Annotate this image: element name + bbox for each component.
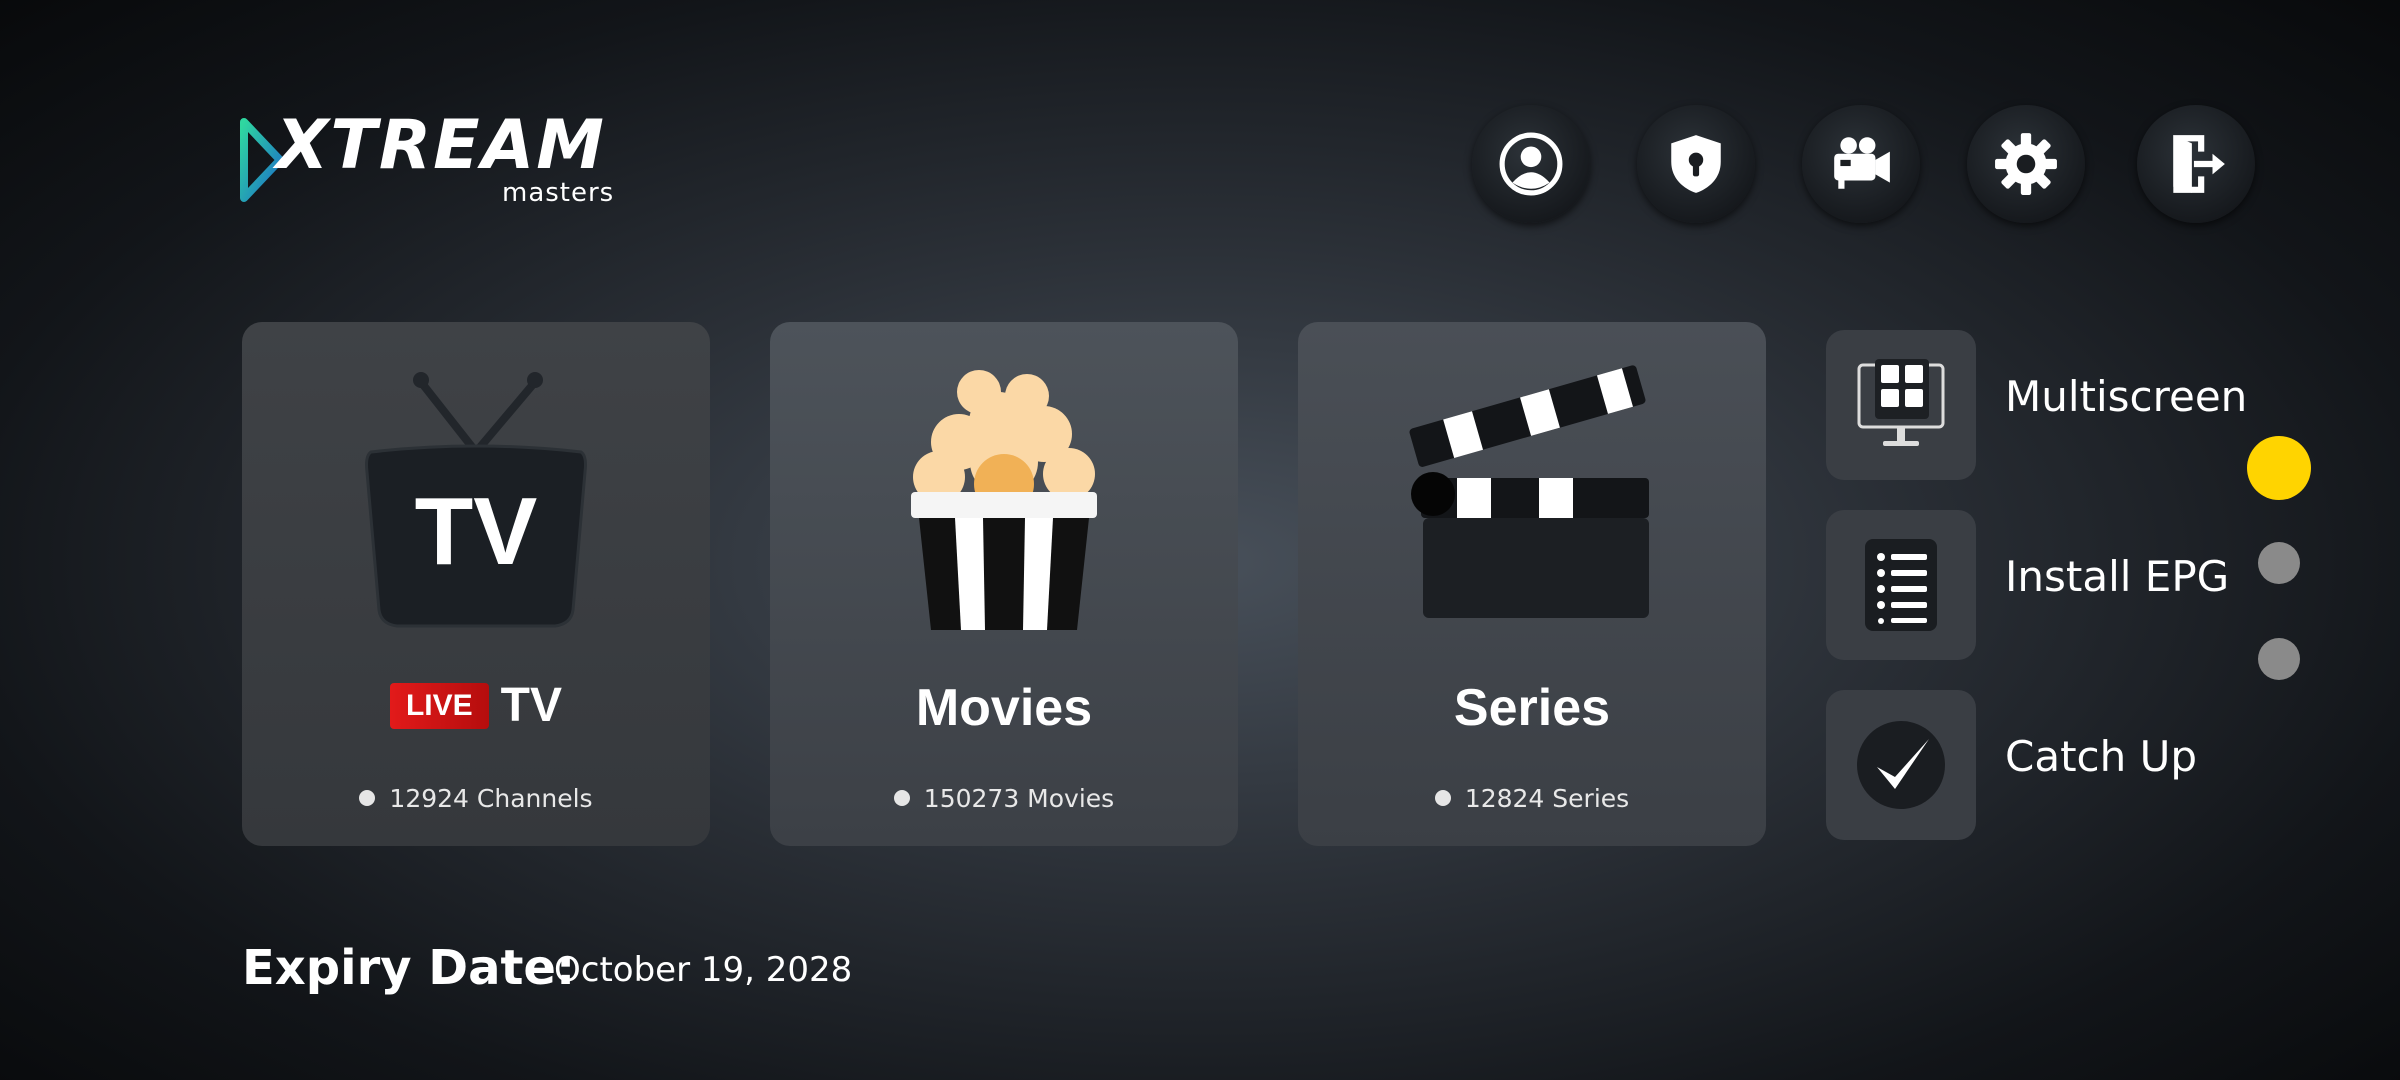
live-tv-label: TV	[500, 679, 563, 732]
page-dot[interactable]	[2258, 542, 2300, 584]
live-tv-title: LIVE TV	[242, 678, 710, 733]
movies-card[interactable]: Movies 150273 Movies	[770, 322, 1238, 846]
checkmark-icon	[1857, 721, 1945, 809]
expiry-label: Expiry Date:	[242, 940, 576, 996]
gear-icon	[1995, 133, 2057, 195]
movies-title: Movies	[915, 679, 1093, 737]
logout-icon	[2173, 135, 2225, 193]
expiry-date: October 19, 2028	[554, 950, 853, 990]
series-card[interactable]: Series 12824 Series	[1298, 322, 1766, 846]
parental-control-button[interactable]	[1637, 105, 1755, 223]
logo-title: XTREAM	[276, 106, 606, 185]
settings-button[interactable]	[1967, 105, 2085, 223]
series-title: Series	[1453, 679, 1611, 737]
install-epg-button[interactable]	[1826, 510, 1976, 660]
multiscreen-label[interactable]: Multiscreen	[2005, 372, 2247, 421]
profile-button[interactable]	[1472, 105, 1590, 223]
live-tv-card[interactable]: TV LIVE TV 12924 Channels	[242, 322, 710, 846]
recordings-button[interactable]	[1802, 105, 1920, 223]
clapperboard-icon	[1409, 365, 1649, 618]
page-dot-active[interactable]	[2247, 436, 2311, 500]
live-channel-count: 12924 Channels	[242, 784, 710, 813]
user-icon	[1499, 132, 1563, 196]
multiscreen-button[interactable]	[1826, 330, 1976, 480]
multiscreen-icon	[1857, 359, 1945, 446]
svg-text:TV: TV	[415, 478, 538, 585]
shield-lock-icon	[1671, 135, 1721, 193]
video-camera-icon	[1834, 137, 1890, 189]
tv-icon: TV	[365, 372, 587, 628]
movies-count: 150273 Movies	[770, 784, 1238, 813]
catch-up-button[interactable]	[1826, 690, 1976, 840]
popcorn-artwork	[770, 362, 1238, 632]
install-epg-label[interactable]: Install EPG	[2005, 552, 2229, 601]
epg-list-icon	[1865, 539, 1937, 631]
popcorn-icon	[911, 370, 1097, 630]
catch-up-label[interactable]: Catch Up	[2005, 732, 2197, 781]
page-dot[interactable]	[2258, 638, 2300, 680]
tv-artwork: TV	[242, 362, 710, 632]
logo-subtitle: masters	[502, 178, 615, 208]
clapperboard-artwork	[1298, 362, 1766, 632]
series-count: 12824 Series	[1298, 784, 1766, 813]
live-badge: LIVE	[389, 682, 489, 729]
app-logo: XTREAM masters	[240, 112, 660, 210]
logout-button[interactable]	[2137, 105, 2255, 223]
